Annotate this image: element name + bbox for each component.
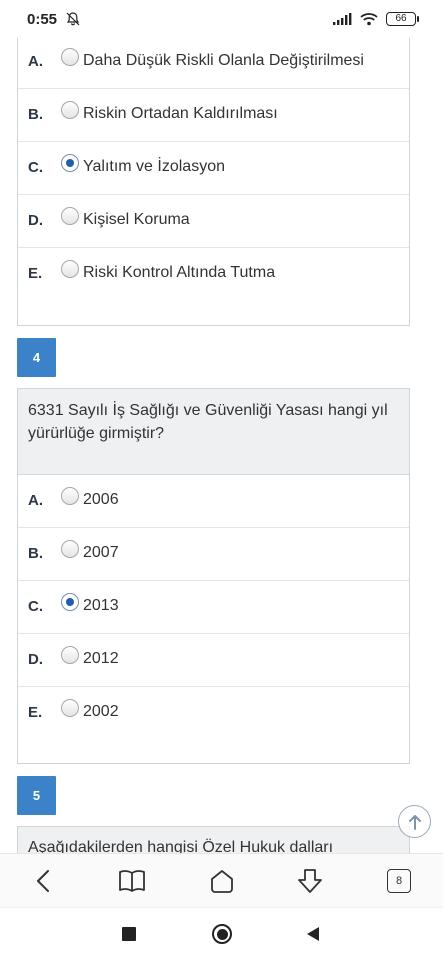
tab-count: 8 [387, 869, 411, 893]
q4-option-d[interactable]: D. 2012 [18, 634, 409, 687]
question-number-badge: 4 [17, 338, 56, 377]
q3-option-b[interactable]: B. Riskin Ortadan Kaldırılması [18, 89, 409, 142]
chevron-left-icon[interactable] [30, 867, 58, 895]
option-text: 2002 [83, 703, 119, 720]
option-text: 2012 [83, 650, 119, 667]
q3-option-c[interactable]: C. Yalıtım ve İzolasyon [18, 142, 409, 195]
radio-button[interactable] [61, 487, 79, 505]
download-icon[interactable] [296, 867, 324, 895]
option-text: 2007 [83, 544, 119, 561]
radio-button[interactable] [61, 101, 79, 119]
radio-button[interactable] [61, 260, 79, 278]
radio-button[interactable] [61, 699, 79, 717]
battery-indicator: 66 [386, 12, 419, 26]
q3-option-a[interactable]: A. Daha Düşük Riskli Olanla Değiştirilme… [18, 36, 409, 89]
browser-toolbar: 8 [0, 853, 443, 907]
q4-option-b[interactable]: B. 2007 [18, 528, 409, 581]
option-text: 2006 [83, 491, 119, 508]
option-letter: E. [28, 265, 43, 282]
option-text: Yalıtım ve İzolasyon [83, 158, 225, 175]
radio-button-checked[interactable] [61, 154, 79, 172]
book-icon[interactable] [118, 867, 146, 895]
home-circle-icon[interactable] [211, 923, 233, 945]
option-text: Riski Kontrol Altında Tutma [83, 264, 276, 281]
q4-option-c[interactable]: C. 2013 [18, 581, 409, 634]
question-3-card: A. Daha Düşük Riskli Olanla Değiştirilme… [17, 28, 410, 326]
option-text: Kişisel Koruma [83, 211, 190, 228]
radio-button[interactable] [61, 207, 79, 225]
wifi-icon [360, 13, 378, 26]
back-triangle-icon[interactable] [302, 923, 324, 945]
q4-option-e[interactable]: E. 2002 [18, 687, 409, 740]
radio-button[interactable] [61, 540, 79, 558]
option-letter: B. [28, 545, 43, 562]
quiz-content: A. Daha Düşük Riskli Olanla Değiştirilme… [0, 0, 443, 853]
radio-button[interactable] [61, 48, 79, 66]
question-text: Aşağıdakilerden hangisi Özel Hukuk dalla… [18, 827, 409, 853]
option-letter: C. [28, 598, 43, 615]
radio-button[interactable] [61, 646, 79, 664]
question-5-card: Aşağıdakilerden hangisi Özel Hukuk dalla… [17, 826, 410, 853]
status-time: 0:55 [27, 10, 58, 28]
option-letter: A. [28, 492, 43, 509]
q3-option-d[interactable]: D. Kişisel Koruma [18, 195, 409, 248]
option-letter: B. [28, 106, 43, 123]
recents-square-icon[interactable] [118, 923, 140, 945]
option-letter: D. [28, 212, 43, 229]
question-4-card: 6331 Sayılı İş Sağlığı ve Güvenliği Yasa… [17, 388, 410, 764]
radio-button-checked[interactable] [61, 593, 79, 611]
signal-icon [333, 13, 352, 25]
q3-option-e[interactable]: E. Riski Kontrol Altında Tutma [18, 248, 409, 301]
option-letter: D. [28, 651, 43, 668]
option-text: Riskin Ortadan Kaldırılması [83, 105, 278, 122]
q4-option-a[interactable]: A. 2006 [18, 475, 409, 528]
option-letter: A. [28, 53, 43, 70]
status-bar: 0:55 66 [0, 0, 443, 38]
tabs-icon[interactable]: 8 [385, 867, 413, 895]
bell-off-icon [66, 12, 80, 26]
question-text: 6331 Sayılı İş Sağlığı ve Güvenliği Yasa… [18, 389, 409, 475]
option-letter: C. [28, 159, 43, 176]
option-text: 2013 [83, 597, 119, 614]
home-icon[interactable] [208, 867, 236, 895]
arrow-up-circle-icon[interactable] [398, 805, 431, 838]
system-navigation-bar [0, 907, 443, 960]
option-text: Daha Düşük Riskli Olanla Değiştirilmesi [83, 52, 364, 69]
option-letter: E. [28, 704, 43, 721]
question-number-badge: 5 [17, 776, 56, 815]
